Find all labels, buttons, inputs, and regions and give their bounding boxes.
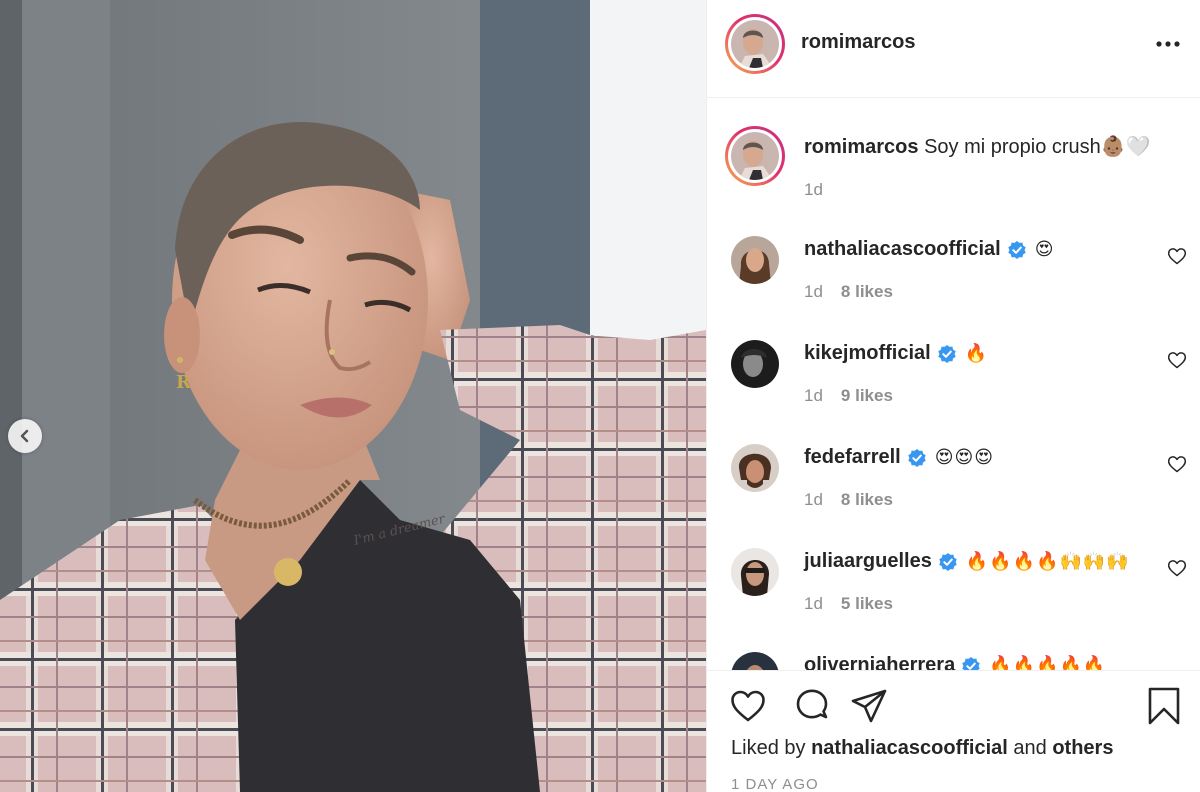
svg-text:R: R <box>176 372 192 393</box>
more-options-button[interactable] <box>1155 34 1181 54</box>
post-date[interactable]: 1 DAY AGO <box>731 776 819 792</box>
liked-by-others[interactable]: others <box>1052 737 1113 759</box>
heart-icon[interactable] <box>729 687 767 725</box>
comment-username[interactable]: fedefarrell <box>804 446 901 469</box>
comment-username[interactable]: juliaarguelles <box>804 550 932 573</box>
verified-badge-icon <box>962 656 980 670</box>
comment-time[interactable]: 1d <box>804 490 823 510</box>
comment-like-heart-icon[interactable] <box>1167 558 1187 578</box>
commenter-avatar[interactable] <box>731 236 779 284</box>
verified-badge-icon <box>1008 240 1026 259</box>
post-photo[interactable]: R I'm a dreamer <box>0 0 706 792</box>
comment-like-heart-icon[interactable] <box>1167 246 1187 266</box>
comment-line: juliaarguelles 🔥🔥🔥🔥🙌🙌🙌 <box>804 550 1130 573</box>
comment-item: juliaarguelles 🔥🔥🔥🔥🙌🙌🙌 1d 5 likes <box>707 548 1200 652</box>
comment-time[interactable]: 1d <box>804 282 823 302</box>
avatar-image <box>731 132 779 180</box>
post-actions: Liked by nathaliacascoofficial and other… <box>707 670 1200 792</box>
selfie-image: R I'm a dreamer <box>0 0 706 792</box>
avatar-image <box>731 652 779 670</box>
comment-username[interactable]: kikejmofficial <box>804 342 931 365</box>
commenter-avatar[interactable] <box>731 548 779 596</box>
verified-badge-icon <box>908 448 926 467</box>
comment-meta: 1d 8 likes <box>804 490 893 510</box>
bookmark-icon[interactable] <box>1145 687 1183 725</box>
comment-text: 😍 <box>1034 239 1055 259</box>
avatar-image <box>731 236 779 284</box>
comment-text: 😍😍😍 <box>934 447 995 467</box>
comment-meta: 1d 9 likes <box>804 386 893 406</box>
caption-text: romimarcos Soy mi propio crush👶🏽🤍 <box>804 134 1151 159</box>
comment-time[interactable]: 1d <box>804 386 823 406</box>
commenter-avatar[interactable] <box>731 444 779 492</box>
previous-photo-button[interactable] <box>8 419 42 453</box>
comment-like-heart-icon[interactable] <box>1167 350 1187 370</box>
comment-username[interactable]: oliverniaherrera <box>804 654 955 670</box>
avatar-image <box>731 548 779 596</box>
caption-timestamp[interactable]: 1d <box>804 180 823 200</box>
comment-likes[interactable]: 8 likes <box>841 282 893 302</box>
comment-text: 🔥🔥🔥🔥🔥 <box>989 655 1107 670</box>
caption-body: Soy mi propio crush👶🏽🤍 <box>924 136 1151 158</box>
comment-icon[interactable] <box>793 687 831 725</box>
comment-like-heart-icon[interactable] <box>1167 454 1187 474</box>
liked-by-line: Liked by nathaliacascoofficial and other… <box>731 737 1113 760</box>
liked-by-user[interactable]: nathaliacascoofficial <box>811 737 1008 759</box>
share-icon[interactable] <box>850 687 888 725</box>
comment-item: kikejmofficial 🔥 1d 9 likes <box>707 340 1200 444</box>
more-icon <box>1156 41 1180 47</box>
comment-item: oliverniaherrera 🔥🔥🔥🔥🔥 <box>707 652 1200 670</box>
comment-item: nathaliacascoofficial 😍 1d 8 likes <box>707 236 1200 340</box>
instagram-post: R I'm a dreamer romimarcos romimarcos So… <box>0 0 1200 792</box>
comment-likes[interactable]: 5 likes <box>841 594 893 614</box>
caption-username[interactable]: romimarcos <box>804 136 919 158</box>
comment-line: nathaliacascoofficial 😍 <box>804 238 1055 261</box>
avatar-image <box>731 20 779 68</box>
comment-line: fedefarrell 😍😍😍 <box>804 446 994 469</box>
comment-meta: 1d 5 likes <box>804 594 893 614</box>
liked-by-prefix: Liked by <box>731 737 806 759</box>
comment-likes[interactable]: 8 likes <box>841 490 893 510</box>
commenter-avatar[interactable] <box>731 652 779 670</box>
comment-meta: 1d 8 likes <box>804 282 893 302</box>
verified-badge-icon <box>938 344 956 363</box>
avatar-image <box>731 340 779 388</box>
commenter-avatar[interactable] <box>731 340 779 388</box>
liked-by-and: and <box>1013 737 1047 759</box>
avatar-image <box>731 444 779 492</box>
comment-text: 🔥 <box>964 343 989 363</box>
comment-time[interactable]: 1d <box>804 594 823 614</box>
comment-line: oliverniaherrera 🔥🔥🔥🔥🔥 <box>804 654 1106 670</box>
post-side-panel: romimarcos romimarcos Soy mi propio crus… <box>706 0 1200 792</box>
author-username[interactable]: romimarcos <box>801 31 916 54</box>
comment-line: kikejmofficial 🔥 <box>804 342 988 365</box>
post-header: romimarcos <box>707 0 1200 98</box>
comment-username[interactable]: nathaliacascoofficial <box>804 238 1001 261</box>
verified-badge-icon <box>939 552 957 571</box>
chevron-left-icon <box>20 429 29 443</box>
caption-avatar[interactable] <box>725 126 785 186</box>
comments-list[interactable]: romimarcos Soy mi propio crush👶🏽🤍 1d nat… <box>707 98 1200 670</box>
author-avatar[interactable] <box>725 14 785 74</box>
comment-item: fedefarrell 😍😍😍 1d 8 likes <box>707 444 1200 548</box>
comment-likes[interactable]: 9 likes <box>841 386 893 406</box>
comment-text: 🔥🔥🔥🔥🙌🙌🙌 <box>965 551 1130 571</box>
